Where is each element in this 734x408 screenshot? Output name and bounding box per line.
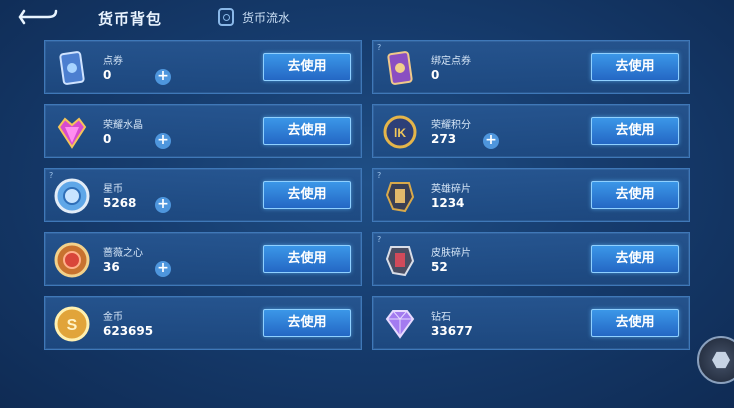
glory-points-icon: lK (383, 115, 417, 149)
currency-amount: 33677 (431, 324, 473, 338)
use-button[interactable]: 去使用 (263, 245, 351, 273)
currency-name: 荣耀积分 (431, 120, 471, 131)
currency-name: 蔷薇之心 (103, 248, 143, 259)
currency-amount: 0 (103, 132, 112, 146)
currency-grid: 点券 0 + 去使用 ? 绑定点券 0 去使用 荣耀水晶 0 + 去使用 lK … (44, 40, 690, 350)
currency-card-gold-coin: S 金币 623695 去使用 (44, 296, 362, 350)
ticket-card-icon (59, 51, 85, 85)
use-button[interactable]: 去使用 (591, 117, 679, 145)
back-arrow-icon (18, 9, 58, 25)
currency-name: 星币 (103, 184, 123, 195)
currency-card-diamond: 钻石 33677 去使用 (372, 296, 690, 350)
currency-card-bound-voucher: ? 绑定点券 0 去使用 (372, 40, 690, 94)
rose-heart-icon (54, 242, 90, 278)
side-menu-button[interactable] (697, 336, 734, 384)
add-plus-icon[interactable]: + (483, 133, 499, 149)
add-plus-icon[interactable]: + (155, 197, 171, 213)
currency-card-hero-fragment: ? 英雄碎片 1234 去使用 (372, 168, 690, 222)
bound-ticket-card-icon (387, 51, 413, 85)
use-button[interactable]: 去使用 (263, 53, 351, 81)
hero-fragment-icon (385, 182, 415, 213)
gold-coin-icon: S (54, 306, 90, 342)
diamond-icon (385, 310, 415, 339)
use-button[interactable]: 去使用 (591, 181, 679, 209)
use-button[interactable]: 去使用 (591, 53, 679, 81)
glory-crystal-icon (57, 117, 87, 149)
currency-card-rose-heart: 蔷薇之心 36 + 去使用 (44, 232, 362, 286)
add-plus-icon[interactable]: + (155, 261, 171, 277)
currency-flow-label: 货币流水 (242, 10, 291, 25)
add-plus-icon[interactable]: + (155, 133, 171, 149)
currency-card-voucher: 点券 0 + 去使用 (44, 40, 362, 94)
star-coin-icon (54, 178, 90, 214)
add-plus-icon[interactable]: + (155, 69, 171, 85)
currency-amount: 5268 (103, 196, 137, 210)
back-button[interactable] (14, 4, 70, 30)
currency-card-skin-fragment: ? 皮肤碎片 52 去使用 (372, 232, 690, 286)
use-button[interactable]: 去使用 (591, 309, 679, 337)
currency-name: 金币 (103, 312, 123, 323)
currency-amount: 623695 (103, 324, 154, 338)
currency-flow-link[interactable]: 货币流水 (218, 8, 290, 26)
use-button[interactable]: 去使用 (591, 245, 679, 273)
currency-name: 点券 (103, 56, 123, 67)
currency-amount: 273 (431, 132, 457, 146)
currency-amount: 52 (431, 260, 448, 274)
currency-amount: 1234 (431, 196, 465, 210)
currency-amount: 0 (103, 68, 112, 82)
hexagon-icon (712, 351, 730, 369)
svg-text:S: S (67, 317, 78, 334)
currency-name: 皮肤碎片 (431, 248, 471, 259)
currency-amount: 36 (103, 260, 120, 274)
use-button[interactable]: 去使用 (263, 117, 351, 145)
top-bar: 货币背包 货币流水 (0, 0, 734, 36)
currency-name: 荣耀水晶 (103, 120, 143, 131)
flow-record-icon (218, 8, 234, 26)
currency-name: 英雄碎片 (431, 184, 471, 195)
currency-name: 钻石 (431, 312, 451, 323)
use-button[interactable]: 去使用 (263, 181, 351, 209)
currency-card-glory-points: lK 荣耀积分 273 + 去使用 (372, 104, 690, 158)
svg-text:lK: lK (394, 126, 406, 140)
page-title: 货币背包 (98, 10, 163, 28)
currency-amount: 0 (431, 68, 440, 82)
currency-card-glory-crystal: 荣耀水晶 0 + 去使用 (44, 104, 362, 158)
currency-name: 绑定点券 (431, 56, 471, 67)
skin-fragment-icon (385, 246, 415, 277)
use-button[interactable]: 去使用 (263, 309, 351, 337)
currency-card-star-coin: ? 星币 5268 + 去使用 (44, 168, 362, 222)
